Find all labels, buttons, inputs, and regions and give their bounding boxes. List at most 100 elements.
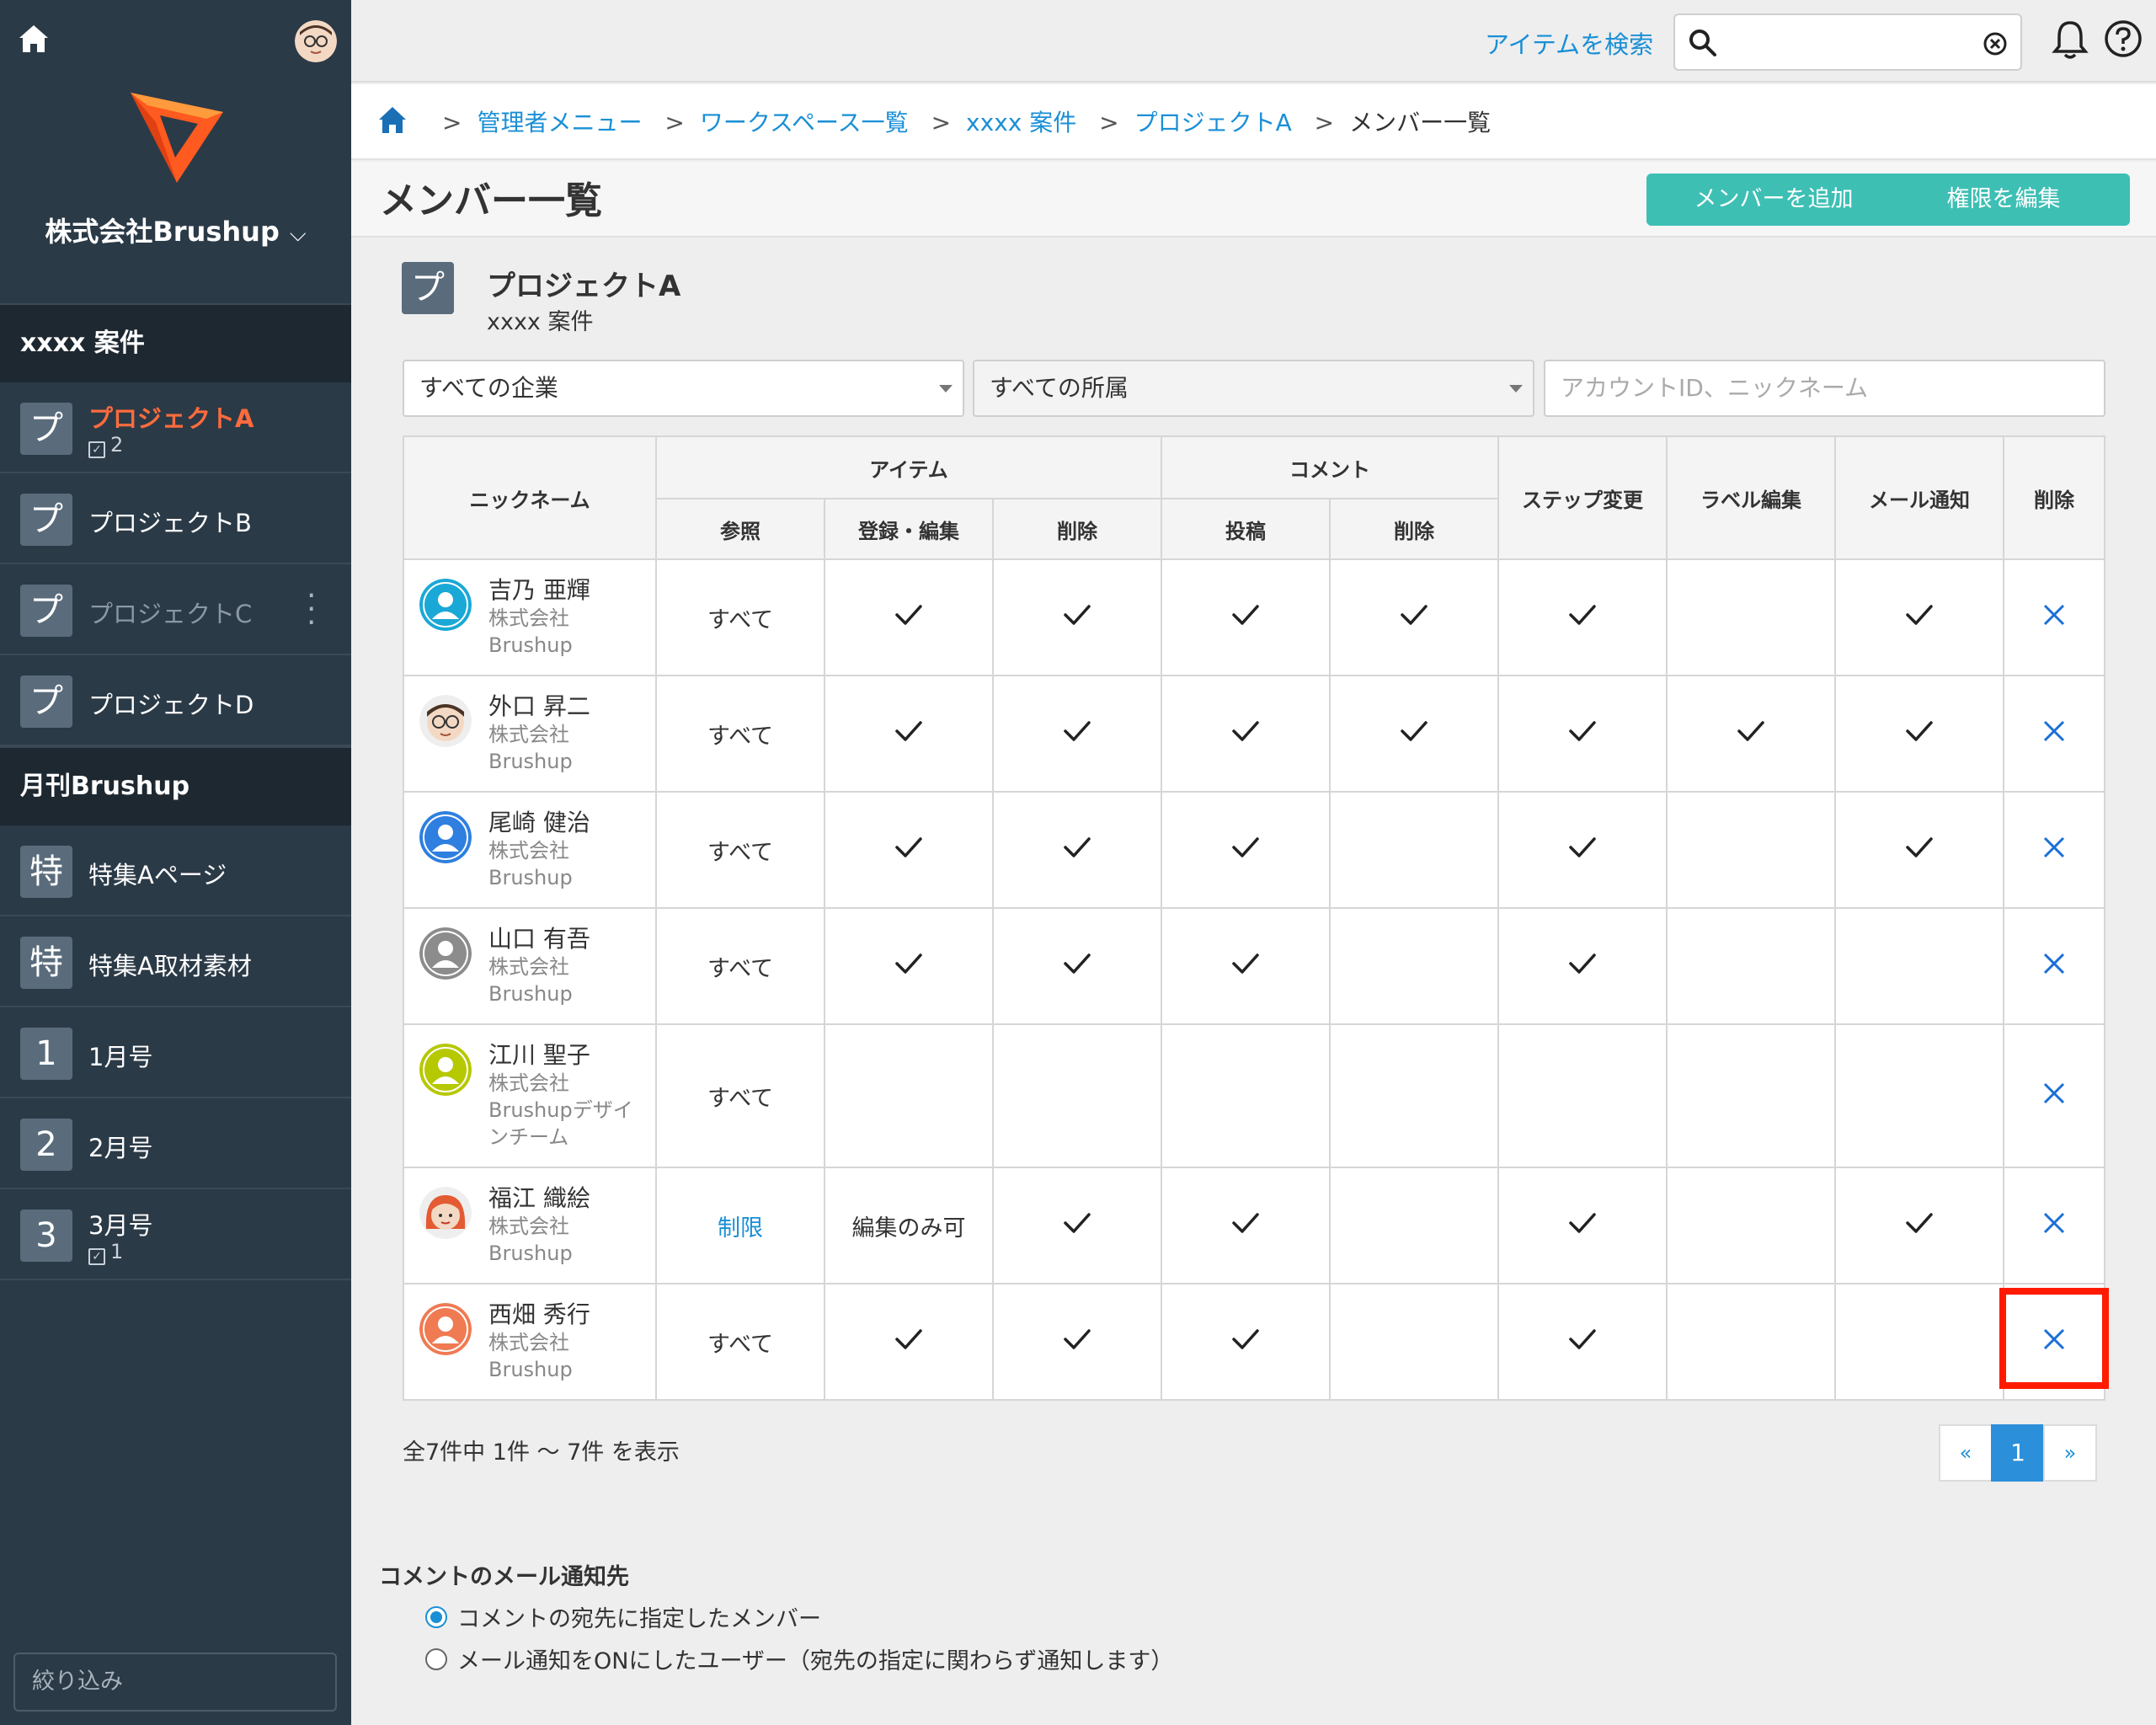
ref-value: すべて [707,1331,774,1358]
member-company: 株式会社 [488,955,569,979]
post-cell [1161,675,1331,793]
highlight-box [1999,1288,2109,1389]
sidebar-filter-input[interactable]: 絞り込み [13,1653,337,1712]
notify-option-recipients[interactable]: コメントの宛先に指定したメンバー [425,1600,821,1633]
search-input[interactable] [1673,13,2022,71]
page-title: メンバー一覧 [380,179,602,222]
user-avatar[interactable] [295,20,337,62]
ref-cell: すべて [655,791,825,909]
ref-value: すべて [707,606,774,633]
remove-member-button[interactable] [2041,1212,2067,1242]
sidebar-item-label: 1月号 [88,1043,153,1071]
member-search-input[interactable]: アカウントID、ニックネーム [1544,360,2105,417]
home-icon[interactable] [376,104,408,136]
edit-permission-button[interactable]: 権限を編集 [1877,174,2130,226]
header-label: ラベル編集 [1666,435,1836,560]
add-member-button[interactable]: メンバーを追加 [1646,174,1901,226]
member-cell: 福江 織絵 株式会社 Brushup [403,1167,657,1284]
remove-member-button[interactable] [2041,836,2067,866]
breadcrumb-admin-menu[interactable]: 管理者メニュー [477,109,642,136]
delete-cell [2003,1167,2105,1284]
notify-option-mail-on[interactable]: メール通知をONにしたユーザー（宛先の指定に関わらず通知します） [425,1642,1173,1675]
sidebar-item-label: 特集Aページ [88,861,227,889]
remove-member-button[interactable] [2041,604,2067,633]
breadcrumb-separator: > [664,109,685,136]
breadcrumb-workspace-list[interactable]: ワークスペース一覧 [700,109,909,136]
breadcrumb-project[interactable]: プロジェクトA [1134,109,1292,136]
mail-cell [1834,907,2004,1025]
sidebar-item-february[interactable]: 2 2月号 [0,1098,351,1189]
prev-page-button[interactable]: « [1939,1424,1993,1482]
sidebar-item-march[interactable]: 3 3月号 ✓ 1 [0,1189,351,1280]
project-badge: プ [20,585,72,637]
step-cell [1497,907,1668,1025]
more-options-icon[interactable]: · · · [307,581,316,638]
check-icon [1906,1212,1933,1233]
comment-delete-cell [1329,1167,1499,1284]
company-switcher[interactable]: 株式会社Brushup ⌵ [0,211,351,249]
check-icon [1569,1212,1596,1233]
sidebar-group-title[interactable]: 月刊Brushup [0,746,351,825]
ref-value[interactable]: 制限 [718,1215,763,1242]
member-name: 福江 織絵 [488,1184,590,1212]
item-delete-cell [992,907,1162,1025]
sidebar-item-feature-a[interactable]: 特 特集Aページ [0,825,351,916]
sidebar-group-title[interactable]: xxxx 案件 [0,303,351,382]
page-1-button[interactable]: 1 [1991,1424,2045,1482]
member-company: Brushup [488,866,573,889]
label-cell [1666,1283,1836,1401]
home-icon[interactable] [17,22,51,56]
dropdown-arrow-icon [1509,385,1523,393]
header-ref: 参照 [655,498,825,560]
sidebar-item-project-b[interactable]: プ プロジェクトB [0,473,351,564]
sidebar-item-feature-a-material[interactable]: 特 特集A取材素材 [0,916,351,1007]
table-row: 江川 聖子 株式会社 Brushupデザイ ンチーム すべて [403,1023,2105,1168]
edit-cell [824,675,994,793]
member-company: Brushup [488,982,573,1006]
ref-cell[interactable]: 制限 [655,1167,825,1284]
breadcrumb-separator: > [1099,109,1119,136]
mail-cell [1834,675,2004,793]
avatar [419,811,472,863]
member-company: Brushup [488,1242,573,1265]
member-company: 株式会社 [488,723,569,746]
breadcrumb-workspace[interactable]: xxxx 案件 [966,109,1076,136]
check-icon [895,953,922,974]
notify-section-title: コメントのメール通知先 [379,1564,629,1590]
step-cell [1497,558,1668,676]
project-name: プロジェクトA [487,270,681,303]
sidebar-item-label: プロジェクトD [88,691,254,719]
delete-cell [2003,675,2105,793]
close-icon [2043,604,2065,625]
next-page-button[interactable]: » [2043,1424,2097,1482]
remove-member-button[interactable] [2041,720,2067,750]
help-icon[interactable] [2103,19,2143,59]
ref-value: すべて [707,955,774,982]
check-icon [895,604,922,625]
member-cell: 山口 有吾 株式会社 Brushup [403,907,657,1025]
check-icon [1906,720,1933,741]
project-badge: 特 [20,937,72,989]
edit-value: 編集のみ可 [851,1215,966,1242]
affiliation-select[interactable]: すべての所属 [973,360,1534,417]
sidebar-item-project-a[interactable]: プ プロジェクトA ✓ 2 [0,382,351,473]
table-row: 山口 有吾 株式会社 Brushup すべて [403,907,2105,1025]
item-delete-cell [992,1283,1162,1401]
bell-icon[interactable] [2051,19,2089,61]
item-search-link[interactable]: アイテムを検索 [1485,25,1653,61]
radio-button[interactable] [425,1648,447,1670]
sidebar-item-label: プロジェクトA [88,404,254,433]
company-select[interactable]: すべての企業 [403,360,964,417]
check-icon [1064,604,1091,625]
sidebar-item-project-c[interactable]: プ プロジェクトC · · · [0,564,351,655]
sidebar-item-january[interactable]: 1 1月号 [0,1007,351,1098]
radio-button[interactable] [425,1605,447,1628]
sidebar-item-project-d[interactable]: プ プロジェクトD [0,655,351,746]
post-cell [1161,1167,1331,1284]
table-row: 福江 織絵 株式会社 Brushup 制限 編集のみ可 [403,1167,2105,1284]
remove-member-button[interactable] [2041,953,2067,982]
member-company: Brushupデザイ [488,1098,633,1122]
clear-icon[interactable] [1982,30,2009,57]
remove-member-button[interactable] [2041,1082,2067,1112]
label-cell [1666,907,1836,1025]
